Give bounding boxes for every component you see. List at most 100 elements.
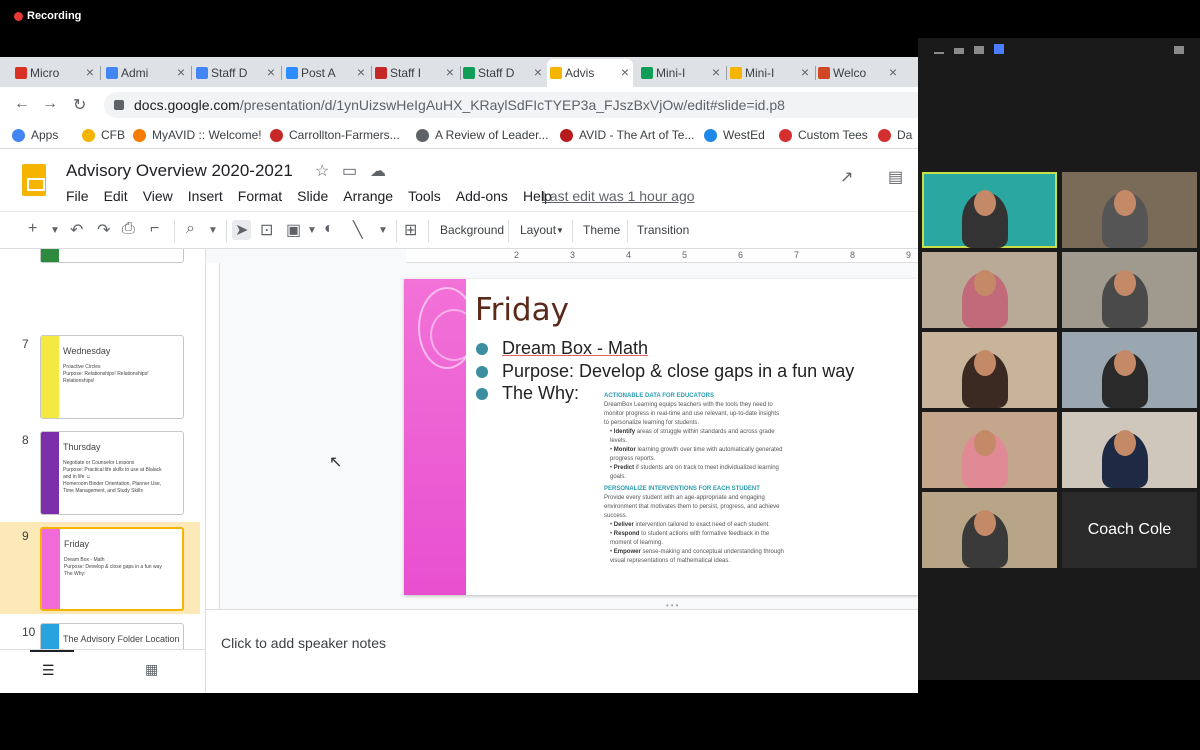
menu-item[interactable]: View — [143, 188, 173, 204]
layout-dropdown-icon[interactable]: ▼ — [556, 226, 564, 235]
speaker-view-icon[interactable] — [974, 46, 984, 54]
forward-icon[interactable]: → — [42, 95, 58, 113]
close-tab-icon[interactable]: × — [86, 64, 94, 80]
participant-video-tile[interactable] — [1062, 412, 1197, 488]
bookmark-item[interactable]: Apps — [12, 128, 58, 142]
participant-video-tile[interactable] — [922, 172, 1057, 248]
menu-item[interactable]: Edit — [104, 188, 128, 204]
minimize-icon[interactable] — [934, 52, 944, 54]
participant-video-tile[interactable] — [922, 492, 1057, 568]
browser-tab[interactable]: Staff D × — [193, 59, 279, 87]
browser-tab[interactable]: Advis × — [547, 59, 633, 87]
browser-tab[interactable]: Staff D × — [460, 59, 546, 87]
browser-tab[interactable]: Welco × — [815, 59, 901, 87]
menu-item[interactable]: Arrange — [343, 188, 393, 204]
undo-icon[interactable]: ↶ — [70, 220, 83, 240]
bookmark-item[interactable]: Carrollton-Farmers... — [270, 128, 400, 142]
last-edit-link[interactable]: Last edit was 1 hour ago — [542, 188, 695, 204]
participant-video-tile[interactable] — [1062, 332, 1197, 408]
participant-video-tile[interactable] — [1062, 172, 1197, 248]
close-tab-icon[interactable]: × — [177, 64, 185, 80]
participant-name-tile[interactable]: Coach Cole — [1062, 492, 1197, 568]
bookmark-label: Custom Tees — [798, 128, 868, 142]
layout-button[interactable]: Layout — [520, 223, 556, 237]
bookmark-item[interactable]: CFB — [82, 128, 125, 142]
paint-format-icon[interactable]: ⌐ — [150, 220, 159, 238]
zoom-dropdown-icon[interactable]: ▼ — [208, 225, 218, 236]
view-icon[interactable] — [954, 48, 964, 54]
menu-item[interactable]: Add-ons — [456, 188, 508, 204]
slide-thumbnail-partial[interactable] — [40, 249, 184, 263]
browser-tab[interactable]: Mini-I × — [638, 59, 724, 87]
transition-button[interactable]: Transition — [637, 223, 689, 237]
line-dropdown-icon[interactable]: ▼ — [378, 225, 388, 236]
back-icon[interactable]: ← — [14, 95, 30, 113]
close-tab-icon[interactable]: × — [801, 64, 809, 80]
print-icon[interactable]: ⎙ — [122, 220, 135, 238]
theme-button[interactable]: Theme — [583, 223, 620, 237]
line-icon[interactable]: ╲ — [353, 220, 363, 240]
participant-video-tile[interactable] — [922, 252, 1057, 328]
slide-bullet[interactable]: Dream Box - Math — [476, 338, 648, 359]
close-tab-icon[interactable]: × — [621, 64, 629, 80]
menu-item[interactable]: Insert — [188, 188, 223, 204]
slide-thumbnail[interactable]: Friday Dream Box - Math Purpose: Develop &… — [40, 527, 184, 611]
zoom-icon[interactable]: ⌕ — [186, 220, 195, 238]
shape-icon[interactable]: ◐ — [324, 220, 334, 238]
gallery-view-icon[interactable] — [994, 44, 1004, 54]
slide-title[interactable]: Friday — [475, 292, 569, 328]
exit-fullscreen-icon[interactable] — [1174, 46, 1184, 54]
bookmark-item[interactable]: MyAVID :: Welcome! — [133, 128, 262, 142]
participant-video-tile[interactable] — [1062, 252, 1197, 328]
close-tab-icon[interactable]: × — [357, 64, 365, 80]
move-folder-icon[interactable]: ▭ — [342, 161, 357, 181]
browser-tab[interactable]: Micro × — [12, 59, 98, 87]
bookmark-item[interactable]: Da — [878, 128, 912, 142]
browser-tab[interactable]: Mini-I × — [727, 59, 813, 87]
slide-bullet[interactable]: Purpose: Develop & close gaps in a fun w… — [476, 361, 854, 382]
filmstrip-view-icon[interactable]: ☰ — [42, 662, 55, 679]
close-tab-icon[interactable]: × — [712, 64, 720, 80]
slide-thumbnail[interactable]: Wednesday Proactive Circles Purpose: Relat… — [40, 335, 184, 419]
menu-item[interactable]: Slide — [297, 188, 328, 204]
comments-icon[interactable]: ▤ — [888, 167, 903, 187]
redo-icon[interactable]: ↷ — [97, 220, 110, 240]
add-comment-icon[interactable]: ⊞ — [404, 220, 417, 240]
close-tab-icon[interactable]: × — [267, 64, 275, 80]
close-tab-icon[interactable]: × — [534, 64, 542, 80]
bookmark-item[interactable]: A Review of Leader... — [416, 128, 548, 142]
speaker-notes[interactable]: Click to add speaker notes — [206, 609, 918, 693]
slides-logo-icon[interactable] — [22, 164, 46, 196]
browser-tab[interactable]: Post A × — [283, 59, 369, 87]
menu-item[interactable]: Format — [238, 188, 282, 204]
image-icon[interactable]: ▣ — [286, 220, 301, 240]
slide-bullet[interactable]: The Why: — [476, 383, 579, 404]
image-dropdown-icon[interactable]: ▼ — [307, 225, 317, 236]
participant-video-tile[interactable] — [922, 412, 1057, 488]
bookmark-item[interactable]: AVID - The Art of Te... — [560, 128, 694, 142]
grid-view-icon[interactable]: ▦ — [145, 661, 158, 678]
select-cursor-icon[interactable]: ➤ — [232, 220, 252, 240]
star-icon[interactable]: ☆ — [315, 161, 329, 181]
background-button[interactable]: Background — [440, 223, 504, 237]
close-tab-icon[interactable]: × — [446, 64, 454, 80]
activity-trend-icon[interactable]: ↗ — [840, 167, 853, 187]
new-slide-plus-icon[interactable]: + — [28, 220, 37, 238]
tab-favicon-icon — [196, 67, 208, 79]
participant-video-tile[interactable] — [922, 332, 1057, 408]
browser-tab[interactable]: Staff I × — [372, 59, 458, 87]
reload-icon[interactable]: ↻ — [73, 95, 86, 115]
address-bar[interactable]: docs.google.com/presentation/d/1ynUizswH… — [104, 92, 918, 118]
menu-item[interactable]: Tools — [408, 188, 441, 204]
current-slide[interactable]: Friday Dream Box - Math Purpose: Develop… — [404, 279, 918, 595]
menu-item[interactable]: File — [66, 188, 89, 204]
close-tab-icon[interactable]: × — [889, 64, 897, 80]
bookmark-item[interactable]: Custom Tees — [779, 128, 868, 142]
document-title[interactable]: Advisory Overview 2020-2021 — [66, 161, 293, 181]
dreambox-info-image[interactable]: ACTIONABLE DATA FOR EDUCATORS DreamBox L… — [604, 389, 784, 566]
browser-tab[interactable]: Admi × — [103, 59, 189, 87]
text-box-icon[interactable]: ⊡ — [260, 220, 273, 240]
slide-thumbnail[interactable]: Thursday Negotiate or Counselor Lessons Pu… — [40, 431, 184, 515]
new-slide-dropdown-icon[interactable]: ▼ — [50, 225, 60, 236]
bookmark-item[interactable]: WestEd — [704, 128, 765, 142]
